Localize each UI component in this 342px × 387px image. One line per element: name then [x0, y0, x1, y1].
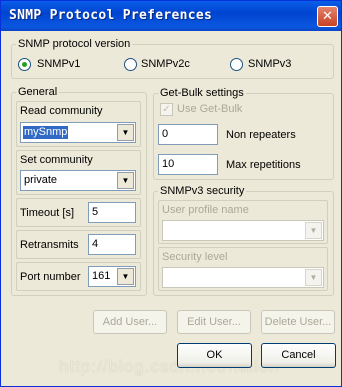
port-label: Port number	[20, 271, 81, 283]
cancel-button[interactable]: Cancel	[261, 343, 336, 368]
security-level-combo[interactable]: ▼	[162, 267, 324, 288]
chevron-down-icon[interactable]: ▼	[305, 269, 322, 286]
add-user-button[interactable]: Add User...	[93, 310, 167, 334]
radio-snmpv2c-label[interactable]: SNMPv2c	[141, 58, 190, 70]
timeout-input[interactable]: 5	[88, 202, 136, 223]
read-community-label: Read community	[20, 105, 103, 117]
timeout-value: 5	[92, 206, 99, 218]
read-community-value: mySnmp	[23, 126, 69, 139]
use-getbulk-checkbox[interactable]: ✓	[160, 103, 173, 116]
window-title: SNMP Protocol Preferences	[9, 8, 213, 23]
close-button[interactable]: ✕	[317, 6, 338, 27]
ok-button[interactable]: OK	[177, 343, 252, 368]
getbulk-group-legend: Get-Bulk settings	[158, 87, 246, 100]
user-profile-label: User profile name	[162, 204, 249, 216]
delete-user-button[interactable]: Delete User...	[261, 310, 335, 334]
radio-snmpv2c[interactable]	[124, 58, 137, 71]
port-value: 161	[92, 270, 111, 282]
general-group-legend: General	[16, 86, 60, 99]
max-repetitions-label: Max repetitions	[226, 159, 301, 171]
version-group-legend: SNMP protocol version	[16, 38, 133, 51]
edit-user-button[interactable]: Edit User...	[177, 310, 251, 334]
retransmits-value: 4	[92, 238, 99, 250]
non-repeaters-value: 0	[162, 128, 169, 140]
port-combo[interactable]: 161 ▼	[88, 266, 136, 287]
retransmits-label: Retransmits	[20, 239, 79, 251]
timeout-label: Timeout [s]	[20, 207, 74, 219]
non-repeaters-label: Non repeaters	[226, 129, 296, 141]
chevron-down-icon[interactable]: ▼	[117, 124, 134, 141]
set-community-combo[interactable]: private ▼	[20, 170, 136, 191]
use-getbulk-label: Use Get-Bulk	[177, 103, 243, 115]
title-bar[interactable]: SNMP Protocol Preferences ✕	[1, 1, 341, 31]
retransmits-input[interactable]: 4	[88, 234, 136, 255]
set-community-label: Set community	[20, 154, 93, 166]
chevron-down-icon[interactable]: ▼	[305, 222, 322, 239]
radio-snmpv1-label[interactable]: SNMPv1	[37, 58, 80, 70]
max-repetitions-input[interactable]: 10	[158, 154, 218, 175]
radio-selected-dot	[22, 62, 27, 67]
max-repetitions-value: 10	[162, 158, 175, 170]
radio-snmpv3-label[interactable]: SNMPv3	[248, 58, 291, 70]
security-level-label: Security level	[162, 251, 228, 263]
read-community-combo[interactable]: mySnmp ▼	[20, 122, 136, 143]
snmp-preferences-dialog: SNMP Protocol Preferences ✕ SNMP protoco…	[0, 0, 342, 387]
chevron-down-icon[interactable]: ▼	[117, 172, 134, 189]
chevron-down-icon[interactable]: ▼	[117, 268, 134, 285]
radio-snmpv3[interactable]	[230, 58, 243, 71]
set-community-value: private	[24, 174, 58, 186]
non-repeaters-input[interactable]: 0	[158, 124, 218, 145]
radio-snmpv1[interactable]	[18, 58, 31, 71]
v3-security-legend: SNMPv3 security	[158, 185, 247, 198]
user-profile-combo[interactable]: ▼	[162, 220, 324, 241]
